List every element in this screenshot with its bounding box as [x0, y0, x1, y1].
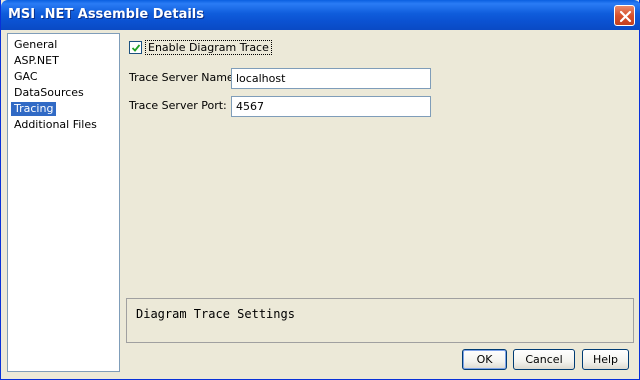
enable-diagram-trace-label[interactable]: Enable Diagram Trace	[145, 40, 272, 55]
trace-server-name-label: Trace Server Name:	[129, 71, 238, 84]
window-title: MSI .NET Assemble Details	[8, 7, 205, 22]
category-item-tracing[interactable]: Tracing	[11, 102, 57, 116]
category-item-additional-files[interactable]: Additional Files	[11, 118, 100, 132]
category-item-aspnet[interactable]: ASP.NET	[11, 54, 62, 68]
checkmark-icon	[131, 44, 141, 52]
title-bar[interactable]: MSI .NET Assemble Details	[1, 0, 640, 30]
category-item-gac[interactable]: GAC	[11, 70, 41, 84]
category-list[interactable]: General ASP.NET GAC DataSources Tracing …	[7, 33, 120, 372]
description-text: Diagram Trace Settings	[136, 307, 295, 321]
trace-server-port-label: Trace Server Port:	[129, 99, 227, 112]
tracing-settings-panel: Enable Diagram Trace Trace Server Name: …	[123, 30, 637, 377]
category-item-general[interactable]: General	[11, 38, 60, 52]
description-panel: Diagram Trace Settings	[126, 298, 634, 343]
close-icon	[619, 10, 632, 23]
help-button[interactable]: Help	[582, 349, 629, 370]
close-button[interactable]	[614, 5, 635, 26]
cancel-button[interactable]: Cancel	[513, 349, 575, 370]
dialog-window: MSI .NET Assemble Details General ASP.NE…	[0, 0, 640, 380]
dialog-body: General ASP.NET GAC DataSources Tracing …	[4, 30, 637, 377]
trace-server-port-input[interactable]	[231, 96, 431, 117]
category-item-datasources[interactable]: DataSources	[11, 86, 87, 100]
ok-button[interactable]: OK	[462, 349, 507, 370]
trace-server-name-input[interactable]	[231, 68, 431, 89]
enable-diagram-trace-checkbox[interactable]	[129, 41, 142, 54]
